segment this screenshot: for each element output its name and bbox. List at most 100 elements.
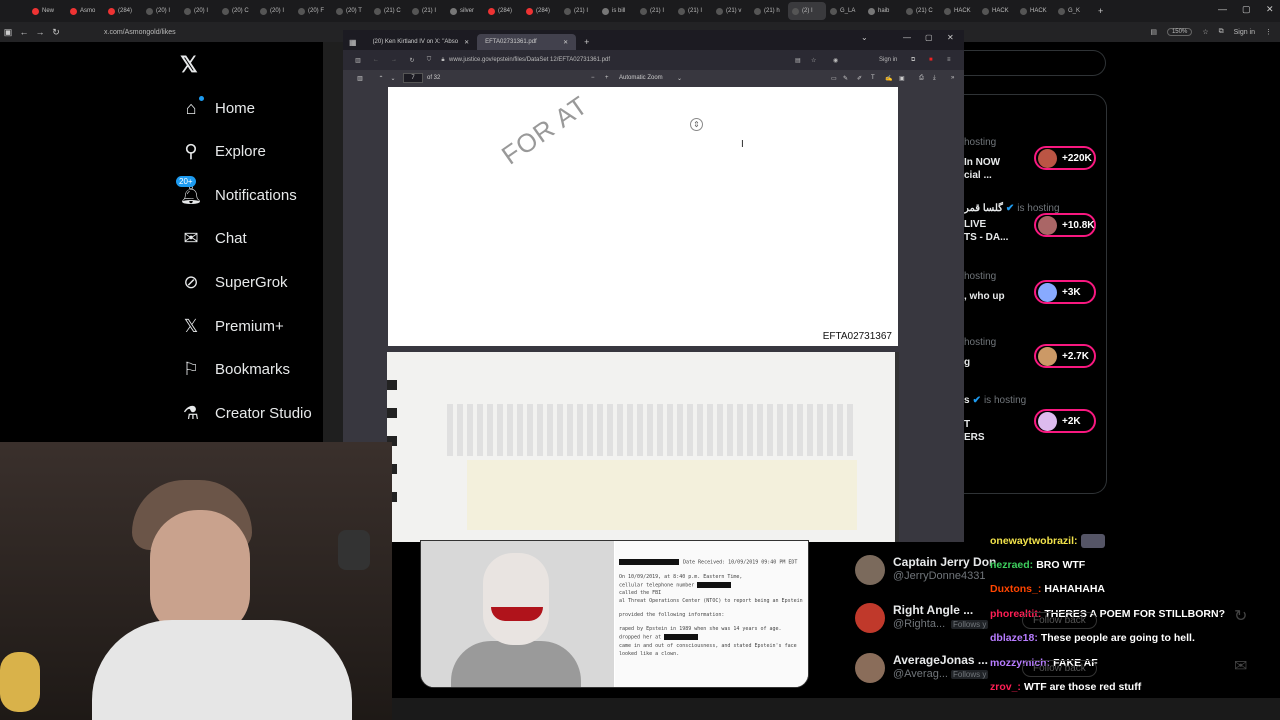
follow-back-button[interactable]: Follow back: [1022, 660, 1097, 677]
reload-icon[interactable]: ↻: [403, 57, 421, 64]
more-tools-icon[interactable]: »: [951, 75, 954, 81]
outer-signin-button[interactable]: Sign in: [1234, 29, 1255, 36]
zoom-select[interactable]: Automatic Zoom: [619, 75, 663, 81]
outer-tab[interactable]: (284): [522, 2, 560, 20]
new-tab-icon[interactable]: +: [584, 37, 589, 47]
outer-tab[interactable]: (21) h: [750, 2, 788, 20]
outer-url-text[interactable]: x.com/Asmongold/likes: [104, 29, 176, 36]
space-listener-pill[interactable]: +2K: [1034, 409, 1096, 433]
refresh-icon[interactable]: ↻: [1234, 606, 1247, 626]
x-logo-icon[interactable]: 𝕏: [180, 52, 198, 78]
reader-icon[interactable]: ▤: [795, 57, 801, 64]
new-tab-icon[interactable]: +: [1098, 6, 1103, 16]
outer-tab[interactable]: G_K: [1054, 2, 1092, 20]
outer-tab[interactable]: (21) v: [712, 2, 750, 20]
outer-tab[interactable]: (2) I: [788, 2, 826, 20]
outer-tab[interactable]: (284): [484, 2, 522, 20]
page-number-input[interactable]: 7: [403, 73, 423, 83]
nav-item-chat[interactable]: ✉ Chat: [180, 227, 246, 251]
outer-tab[interactable]: (21) I: [636, 2, 674, 20]
outer-tab[interactable]: silver: [446, 2, 484, 20]
nav-item-bookmarks[interactable]: ⚐ Bookmarks: [180, 358, 290, 382]
search-box[interactable]: [964, 50, 1106, 76]
sidebar-toggle-icon[interactable]: ▣: [0, 27, 16, 38]
space-item[interactable]: گلسا قمر ✔ is hosting: [964, 202, 1114, 215]
nav-item-supergrok[interactable]: ⊘ SuperGrok: [180, 270, 287, 294]
outer-tab[interactable]: Asmo: [66, 2, 104, 20]
space-listener-pill[interactable]: +2.7K: [1034, 344, 1096, 368]
prev-page-icon[interactable]: ⌃: [375, 75, 387, 82]
text-icon[interactable]: T: [871, 75, 875, 81]
outer-tab[interactable]: haib: [864, 2, 902, 20]
chevron-down-icon[interactable]: ⌄: [861, 33, 868, 42]
inner-signin-button[interactable]: Sign in: [879, 57, 897, 63]
post-media[interactable]: Date Received: 10/09/2019 09:40 PM EDT On…: [420, 540, 809, 688]
addon-icon[interactable]: ■: [929, 57, 933, 63]
minimize-icon[interactable]: —: [1218, 4, 1227, 14]
nav-item-notifications[interactable]: 🔔︎ 20+ Notifications: [176, 176, 297, 207]
image-icon[interactable]: ▣: [899, 75, 905, 82]
chat-username[interactable]: Duxtons_:: [990, 583, 1041, 595]
fbi-document-image[interactable]: Date Received: 10/09/2019 09:40 PM EDT On…: [615, 541, 808, 687]
pdf-page[interactable]: [387, 352, 899, 542]
maximize-icon[interactable]: ▢: [925, 33, 933, 42]
shield-icon[interactable]: ⛉: [421, 57, 437, 64]
outer-tab[interactable]: (20) F: [294, 2, 332, 20]
zoom-level[interactable]: 150%: [1166, 28, 1193, 36]
maximize-icon[interactable]: ▢: [1242, 4, 1251, 15]
joker-photo[interactable]: [421, 541, 614, 687]
account-icon[interactable]: ◉: [833, 57, 838, 64]
inner-tab-pdf[interactable]: EFTA02731361.pdf ✕: [477, 34, 577, 50]
star-icon[interactable]: ☆: [811, 57, 816, 64]
forward-icon[interactable]: →: [385, 57, 403, 63]
back-icon[interactable]: ←: [16, 27, 32, 37]
space-listener-pill[interactable]: +220K: [1034, 146, 1096, 170]
back-icon[interactable]: ←: [367, 57, 385, 63]
outer-tab[interactable]: (20) I: [256, 2, 294, 20]
menu-icon[interactable]: ⋮: [1265, 28, 1272, 36]
minimize-icon[interactable]: —: [903, 33, 911, 42]
tab-overview-icon[interactable]: ▦: [349, 38, 357, 47]
nav-item-creator-studio[interactable]: ⚗ Creator Studio: [180, 401, 312, 425]
pdf-sidebar-icon[interactable]: ▥: [345, 75, 375, 82]
chat-username[interactable]: nezraed:: [990, 559, 1033, 571]
outer-tab[interactable]: New: [28, 2, 66, 20]
outer-tab[interactable]: (21) C: [902, 2, 940, 20]
reload-icon[interactable]: ↻: [48, 27, 64, 38]
save-icon[interactable]: ⤓: [933, 75, 936, 82]
inner-tab-x[interactable]: (20) Ken Kirtland IV on X: "Abso ✕: [365, 34, 478, 50]
close-icon[interactable]: ✕: [947, 33, 954, 42]
outer-tab[interactable]: G_LA: [826, 2, 864, 20]
outer-tab[interactable]: HACK: [978, 2, 1016, 20]
chat-username[interactable]: dblaze18:: [990, 632, 1038, 644]
next-page-icon[interactable]: ⌄: [387, 75, 399, 82]
chat-username[interactable]: onewaytwobrazil:: [990, 535, 1078, 547]
zoom-out-icon[interactable]: −: [591, 75, 595, 81]
star-icon[interactable]: ☆: [1202, 28, 1208, 36]
highlight-icon[interactable]: ✎: [843, 75, 848, 82]
outer-tab[interactable]: HACK: [940, 2, 978, 20]
space-item[interactable]: s ✔ is hosting: [964, 394, 1114, 407]
extensions-icon[interactable]: ⧉: [911, 57, 915, 64]
inner-url-text[interactable]: www.justice.gov/epstein/files/DataSet 12…: [449, 57, 610, 63]
sidebar-icon[interactable]: ▥: [349, 57, 367, 64]
extensions-icon[interactable]: ⧉: [1219, 28, 1224, 36]
outer-tab[interactable]: (20) C: [218, 2, 256, 20]
draw-icon[interactable]: ✐: [857, 75, 862, 82]
space-listener-pill[interactable]: +10.8K: [1034, 213, 1096, 237]
outer-tab[interactable]: (21) I: [674, 2, 712, 20]
menu-icon[interactable]: ≡: [947, 57, 951, 63]
follow-back-button[interactable]: Follow back: [1022, 612, 1097, 629]
pdf-page[interactable]: FOR AT ⇕ I EFTA02731367: [388, 87, 898, 346]
messages-icon[interactable]: ✉: [1234, 656, 1247, 676]
comment-icon[interactable]: ▭: [831, 75, 837, 82]
zoom-in-icon[interactable]: +: [605, 75, 609, 81]
outer-tab[interactable]: (21) C: [370, 2, 408, 20]
close-tab-icon[interactable]: ✕: [563, 39, 568, 46]
outer-tab[interactable]: (21) I: [560, 2, 598, 20]
nav-item-premium[interactable]: 𝕏 Premium+: [180, 314, 284, 338]
outer-tab[interactable]: HACK: [1016, 2, 1054, 20]
outer-tab[interactable]: (20) T: [332, 2, 370, 20]
reader-icon[interactable]: ▤: [1150, 28, 1157, 36]
chat-username[interactable]: zrov_:: [990, 681, 1021, 693]
